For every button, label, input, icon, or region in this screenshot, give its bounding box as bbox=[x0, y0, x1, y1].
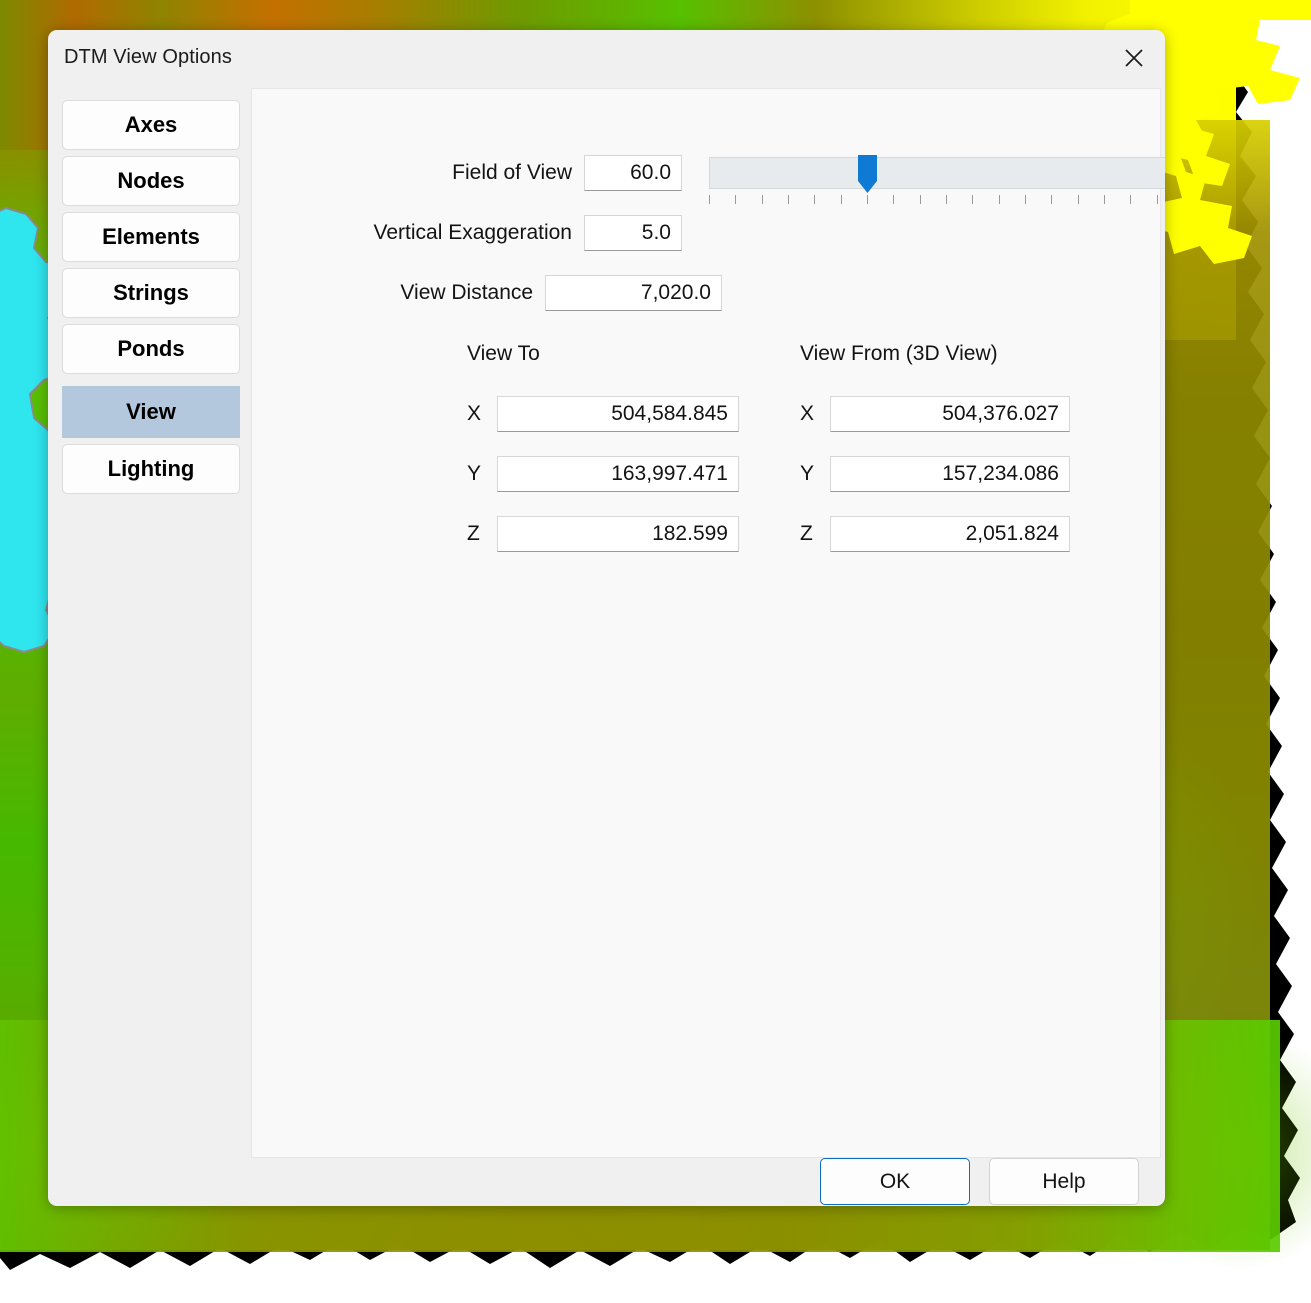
sidebar-item-strings[interactable]: Strings bbox=[62, 268, 240, 318]
slider-tick bbox=[1157, 195, 1158, 204]
view-from-z-input[interactable]: 2,051.824 bbox=[830, 516, 1070, 552]
dialog-titlebar: DTM View Options bbox=[48, 30, 1165, 88]
slider-tick bbox=[1051, 195, 1052, 204]
view-from-x-row: X 504,376.027 bbox=[800, 396, 1070, 432]
sidebar-item-label: Strings bbox=[113, 280, 189, 305]
ok-button[interactable]: OK bbox=[820, 1158, 970, 1205]
vertical-exaggeration-input[interactable]: 5.0 bbox=[584, 215, 682, 251]
field-of-view-row: Field of View 60.0 bbox=[252, 155, 682, 191]
view-distance-label: View Distance bbox=[400, 281, 534, 304]
view-to-x-label: X bbox=[467, 402, 482, 425]
slider-tick bbox=[788, 195, 789, 204]
slider-tick bbox=[1130, 195, 1131, 204]
view-options-panel: Field of View 60.0 Vertical Exaggeration… bbox=[251, 88, 1165, 1158]
slider-tick bbox=[1025, 195, 1026, 204]
sidebar-item-view[interactable]: View bbox=[62, 386, 240, 438]
view-from-group-title: View From (3D View) bbox=[800, 342, 998, 365]
slider-thumb[interactable] bbox=[858, 155, 877, 193]
help-button[interactable]: Help bbox=[989, 1158, 1139, 1205]
view-distance-input[interactable]: 7,020.0 bbox=[545, 275, 722, 311]
vertical-exaggeration-row: Vertical Exaggeration 5.0 bbox=[252, 215, 682, 251]
slider-tick bbox=[920, 195, 921, 204]
sidebar-item-label: Ponds bbox=[117, 336, 185, 361]
view-to-y-label: Y bbox=[467, 462, 482, 485]
sidebar-item-nodes[interactable]: Nodes bbox=[62, 156, 240, 206]
view-from-z-row: Z 2,051.824 bbox=[800, 516, 1070, 552]
field-of-view-slider[interactable] bbox=[709, 155, 1165, 213]
close-icon[interactable] bbox=[1103, 30, 1165, 86]
view-to-y-row: Y 163,997.471 bbox=[467, 456, 739, 492]
view-to-y-input[interactable]: 163,997.471 bbox=[497, 456, 739, 492]
slider-tick bbox=[735, 195, 736, 204]
slider-tick bbox=[841, 195, 842, 204]
slider-thumb-glyph bbox=[858, 155, 877, 193]
slider-tick bbox=[814, 195, 815, 204]
slider-tick bbox=[946, 195, 947, 204]
options-sidebar: Axes Nodes Elements Strings Ponds View L… bbox=[62, 100, 242, 500]
view-to-x-row: X 504,584.845 bbox=[467, 396, 739, 432]
sidebar-item-ponds[interactable]: Ponds bbox=[62, 324, 240, 374]
sidebar-item-elements[interactable]: Elements bbox=[62, 212, 240, 262]
field-of-view-label: Field of View bbox=[452, 161, 572, 184]
dtm-view-options-dialog: DTM View Options Axes Nodes Elements Str… bbox=[48, 30, 1165, 1206]
slider-tick bbox=[1104, 195, 1105, 204]
dialog-button-bar: OK Help bbox=[48, 1158, 1165, 1206]
slider-tick bbox=[762, 195, 763, 204]
view-distance-row: View Distance 7,020.0 bbox=[252, 275, 722, 311]
view-to-z-row: Z 182.599 bbox=[467, 516, 739, 552]
view-to-z-input[interactable]: 182.599 bbox=[497, 516, 739, 552]
view-from-x-label: X bbox=[800, 402, 815, 425]
view-to-x-input[interactable]: 504,584.845 bbox=[497, 396, 739, 432]
sidebar-item-axes[interactable]: Axes bbox=[62, 100, 240, 150]
view-from-x-input[interactable]: 504,376.027 bbox=[830, 396, 1070, 432]
slider-tick bbox=[1078, 195, 1079, 204]
slider-track[interactable] bbox=[709, 157, 1165, 189]
view-from-y-row: Y 157,234.086 bbox=[800, 456, 1070, 492]
slider-tick bbox=[999, 195, 1000, 204]
slider-tick bbox=[709, 195, 710, 204]
sidebar-item-label: Elements bbox=[102, 224, 200, 249]
sidebar-item-label: View bbox=[126, 399, 176, 424]
sidebar-item-label: Nodes bbox=[117, 168, 185, 193]
slider-tick bbox=[972, 195, 973, 204]
field-of-view-input[interactable]: 60.0 bbox=[584, 155, 682, 191]
close-x-glyph bbox=[1125, 49, 1143, 67]
view-from-z-label: Z bbox=[800, 522, 813, 545]
view-to-group-title: View To bbox=[467, 342, 540, 365]
slider-tick bbox=[867, 195, 868, 204]
slider-tick bbox=[893, 195, 894, 204]
dialog-title: DTM View Options bbox=[64, 46, 232, 68]
sidebar-item-lighting[interactable]: Lighting bbox=[62, 444, 240, 494]
sidebar-item-label: Lighting bbox=[107, 456, 195, 481]
vertical-exaggeration-label: Vertical Exaggeration bbox=[373, 221, 572, 244]
view-from-y-label: Y bbox=[800, 462, 815, 485]
slider-ticks bbox=[709, 195, 1165, 207]
view-from-y-input[interactable]: 157,234.086 bbox=[830, 456, 1070, 492]
sidebar-item-label: Axes bbox=[124, 112, 178, 137]
view-to-z-label: Z bbox=[467, 522, 480, 545]
